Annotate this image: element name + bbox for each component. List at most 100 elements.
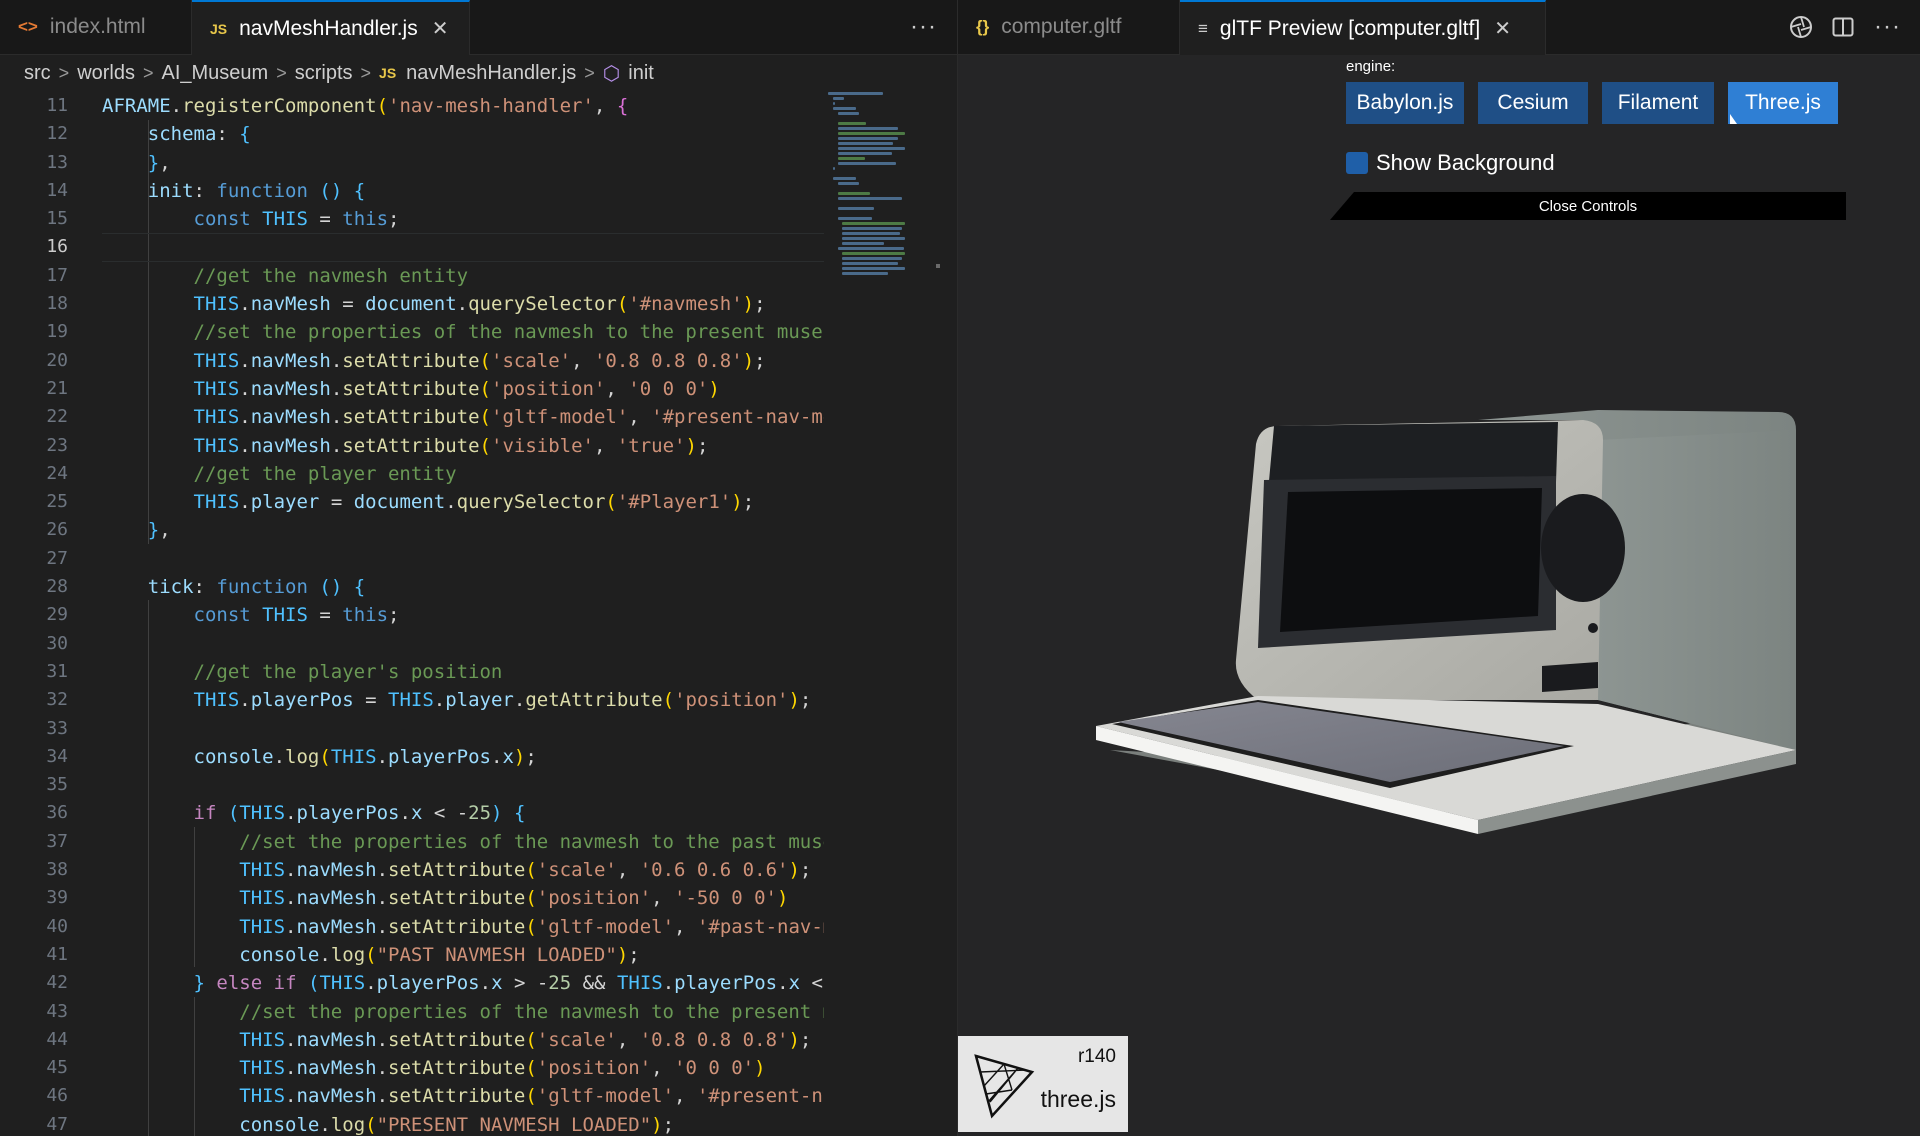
code-token: ,: [674, 915, 697, 938]
code-line[interactable]: THIS.navMesh.setAttribute('scale', '0.8 …: [102, 347, 824, 375]
code-token: .: [319, 943, 331, 966]
code-line[interactable]: THIS.navMesh.setAttribute('gltf-model', …: [102, 913, 824, 941]
breadcrumb-item[interactable]: AI_Museum: [162, 62, 269, 85]
code-line[interactable]: THIS.navMesh.setAttribute('position', '-…: [102, 884, 824, 912]
chevron-right-icon: >: [360, 62, 372, 83]
engine-threejs-button[interactable]: Three.js: [1728, 82, 1838, 124]
line-number: 44: [46, 1028, 68, 1050]
more-actions-icon[interactable]: ···: [910, 0, 937, 54]
code-token: THIS: [239, 859, 286, 882]
breadcrumb-item[interactable]: init: [628, 62, 654, 85]
code-token: function: [216, 576, 308, 599]
code-content[interactable]: AFRAME.registerComponent('nav-mesh-handl…: [102, 92, 824, 1136]
threejs-revision: r140: [1077, 1046, 1116, 1067]
code-line[interactable]: THIS.player = document.querySelector('#P…: [102, 488, 824, 516]
code-line[interactable]: THIS.navMesh.setAttribute('position', '0…: [102, 375, 824, 403]
engine-filament-button[interactable]: Filament: [1602, 82, 1714, 124]
code-token: this: [342, 604, 389, 627]
code-line[interactable]: },: [102, 149, 824, 177]
code-token: playerPos: [376, 972, 480, 995]
tab-label: index.html: [49, 15, 146, 38]
code-line[interactable]: [102, 715, 824, 743]
breadcrumb-item[interactable]: worlds: [77, 62, 135, 85]
minimap[interactable]: [828, 92, 938, 275]
code-token: .: [239, 406, 251, 429]
code-line[interactable]: THIS.navMesh.setAttribute('scale', '0.8 …: [102, 1026, 824, 1054]
code-line[interactable]: tick: function () {: [102, 573, 824, 601]
code-line[interactable]: //get the player's position: [102, 658, 824, 686]
code-line[interactable]: THIS.playerPos = THIS.player.getAttribut…: [102, 686, 824, 714]
code-line[interactable]: console.log(THIS.playerPos.x);: [102, 743, 824, 771]
code-line[interactable]: AFRAME.registerComponent('nav-mesh-handl…: [102, 92, 824, 120]
code-line[interactable]: if (THIS.playerPos.x < -25) {: [102, 799, 824, 827]
code-line[interactable]: THIS.navMesh.setAttribute('scale', '0.6 …: [102, 856, 824, 884]
code-line[interactable]: console.log("PRESENT NAVMESH LOADED");: [102, 1111, 824, 1136]
code-line[interactable]: //set the properties of the navmesh to t…: [102, 828, 824, 856]
code-token: //set the properties of the navmesh to t…: [239, 1000, 824, 1023]
code-line[interactable]: },: [102, 516, 824, 544]
show-background-checkbox[interactable]: [1346, 152, 1368, 174]
line-number-gutter: 11 12 13 14 15 16 17 18 19 20 21 22 23 24 25 26 27 28 29 30…: [0, 92, 68, 1136]
code-token: .: [445, 491, 457, 514]
code-line[interactable]: const THIS = this;: [102, 601, 824, 629]
breadcrumb-item[interactable]: scripts: [295, 62, 353, 85]
engine-cesium-button[interactable]: Cesium: [1478, 82, 1588, 124]
line-number: 45: [46, 1057, 68, 1079]
code-token: :: [193, 576, 217, 599]
code-token: ): [777, 887, 789, 910]
code-line[interactable]: THIS.navMesh.setAttribute('visible', 'tr…: [102, 432, 824, 460]
code-token: THIS: [239, 1057, 286, 1080]
minimap-row: [837, 147, 905, 150]
code-line[interactable]: [102, 233, 824, 263]
breadcrumb-item[interactable]: src: [24, 62, 51, 85]
minimap-row: [837, 142, 893, 145]
split-editor-icon[interactable]: [1830, 14, 1856, 40]
line-number: 24: [46, 462, 68, 484]
line-number: 16: [46, 236, 68, 258]
code-line[interactable]: THIS.navMesh.setAttribute('position', '0…: [102, 1054, 824, 1082]
tab-index-html[interactable]: <> index.html: [0, 0, 192, 54]
code-line[interactable]: init: function () {: [102, 177, 824, 205]
code-token: .: [330, 406, 343, 429]
tab-computer-gltf[interactable]: {} computer.gltf: [958, 0, 1180, 54]
code-line[interactable]: //set the properties of the navmesh to t…: [102, 998, 824, 1026]
threejs-logo-icon: [974, 1054, 1035, 1119]
tab-navmeshhandler-js[interactable]: JS navMeshHandler.js ✕: [192, 0, 470, 55]
code-line[interactable]: const THIS = this;: [102, 205, 824, 233]
code-line[interactable]: //get the navmesh entity: [102, 262, 824, 290]
code-line[interactable]: //set the properties of the navmesh to t…: [102, 318, 824, 346]
code-editor[interactable]: 11 12 13 14 15 16 17 18 19 20 21 22 23 24 25 26 27 28 29 30…: [0, 92, 940, 1136]
close-controls-button[interactable]: Close Controls: [1330, 192, 1846, 220]
code-token: .: [662, 972, 675, 995]
tab-label: glTF Preview [computer.gltf]: [1219, 16, 1481, 40]
code-line[interactable]: schema: {: [102, 120, 824, 148]
code-token: .: [285, 1057, 297, 1080]
code-line[interactable]: THIS.navMesh.setAttribute('gltf-model', …: [102, 403, 824, 431]
code-line[interactable]: console.log("PAST NAVMESH LOADED");: [102, 941, 824, 969]
breadcrumb-item[interactable]: navMeshHandler.js: [406, 62, 576, 85]
minimap-row: [837, 152, 892, 155]
more-actions-icon[interactable]: ···: [1874, 0, 1901, 54]
close-icon[interactable]: ✕: [1494, 16, 1511, 41]
close-icon[interactable]: ✕: [432, 16, 449, 41]
code-line[interactable]: THIS.navMesh = document.querySelector('#…: [102, 290, 824, 318]
code-token: (: [525, 1028, 537, 1051]
scrollbar-thumb[interactable]: [936, 264, 940, 268]
code-token: ;: [628, 943, 640, 966]
code-line[interactable]: //get the player entity: [102, 460, 824, 488]
3d-viewport[interactable]: [958, 230, 1920, 1030]
code-line[interactable]: [102, 545, 824, 573]
tab-gltf-preview[interactable]: ≡ glTF Preview [computer.gltf] ✕: [1180, 0, 1546, 55]
code-line[interactable]: [102, 630, 824, 658]
code-token: ;: [525, 745, 537, 768]
code-line[interactable]: THIS.navMesh.setAttribute('gltf-model', …: [102, 1082, 824, 1110]
aperture-icon[interactable]: [1788, 14, 1814, 40]
engine-babylon-button[interactable]: Babylon.js: [1346, 82, 1464, 124]
line-number: 36: [46, 802, 68, 824]
code-line[interactable]: [102, 771, 824, 799]
code-line[interactable]: } else if (THIS.playerPos.x > -25 && THI…: [102, 969, 824, 997]
threejs-badge[interactable]: r140 three.js: [958, 1036, 1128, 1132]
